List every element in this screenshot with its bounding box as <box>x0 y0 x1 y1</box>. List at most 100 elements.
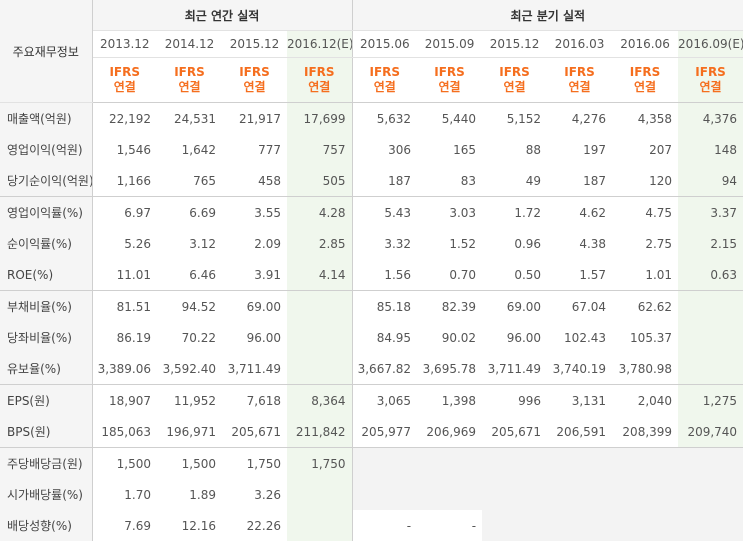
table-cell: 1.70 <box>124 487 151 502</box>
table-cell: 0.63 <box>678 259 743 291</box>
table-cell: 67.04 <box>547 290 613 322</box>
table-cell: 3.26 <box>254 487 281 502</box>
table-cell: 7.69 <box>124 518 151 533</box>
table-cell <box>678 479 743 510</box>
table-cell: 5,632 <box>376 111 412 126</box>
table-cell <box>417 447 483 479</box>
table-cell <box>482 479 548 510</box>
table-cell: 62.62 <box>612 290 679 322</box>
basis-standard: IFRS <box>239 65 270 79</box>
table-cell: 1.56 <box>384 267 412 282</box>
table-cell: 208,399 <box>622 424 673 439</box>
table-cell: 3,695.78 <box>422 361 477 376</box>
table-corner-label: 주요재무정보 <box>0 0 93 103</box>
table-cell: 22,192 <box>109 111 151 126</box>
table-cell: 765 <box>193 173 216 188</box>
table-cell: 102.43 <box>564 330 607 345</box>
table-row: 배당성향(%) 7.69 12.16 22.26 - - <box>0 510 743 541</box>
period-header: 2015.06 <box>352 30 418 58</box>
table-cell <box>678 510 743 541</box>
table-cell: 1,500 <box>92 447 157 479</box>
table-cell <box>678 353 743 385</box>
table-cell: 1,500 <box>157 447 222 479</box>
basis-scope: 연결 <box>568 80 591 94</box>
basis-header: IFRS 연결 <box>287 57 353 103</box>
table-cell: 207 <box>649 142 673 157</box>
table-cell: 24,531 <box>174 111 216 126</box>
table-cell <box>678 290 743 322</box>
table-cell <box>287 353 353 385</box>
table-cell: 1,398 <box>417 384 483 416</box>
table-cell: 1.89 <box>189 487 216 502</box>
table-cell: 0.50 <box>514 267 542 282</box>
table-cell: 5.26 <box>124 236 151 251</box>
basis-header: IFRS 연결 <box>547 57 613 103</box>
basis-standard: IFRS <box>304 65 335 79</box>
table-row: BPS(원) 185,063 196,971 205,671 211,842 205,97… <box>0 416 743 448</box>
row-label: 당기순이익(억원) <box>0 165 93 197</box>
table-cell: 205,977 <box>361 424 412 439</box>
table-cell: 81.51 <box>92 290 157 322</box>
table-cell: 3.03 <box>417 196 483 228</box>
table-cell: 197 <box>583 142 607 157</box>
table-cell: 2.85 <box>287 228 353 259</box>
table-row: 영업이익(억원) 1,546 1,642 777 757 306 165 88 197 207 14… <box>0 134 743 165</box>
table-cell: 0.96 <box>514 236 542 251</box>
table-cell: 7,618 <box>222 384 287 416</box>
table-cell: 2.09 <box>254 236 281 251</box>
table-cell <box>547 510 613 541</box>
financial-summary-table: 주요재무정보 최근 연간 실적 최근 분기 실적 2013.12 2014.12 2… <box>0 0 743 541</box>
table-cell: 4,376 <box>678 102 743 134</box>
table-cell: 17,699 <box>287 102 353 134</box>
table-cell: - <box>471 518 477 533</box>
table-cell: - <box>406 518 412 533</box>
table-cell: 1,166 <box>116 173 151 188</box>
table-cell: 4.38 <box>579 236 607 251</box>
row-label: 영업이익률(%) <box>0 196 93 228</box>
table-cell: 49 <box>525 173 542 188</box>
row-label: BPS(원) <box>0 416 93 448</box>
table-cell: 209,740 <box>678 416 743 448</box>
row-label: EPS(원) <box>0 384 93 416</box>
table-cell: 94 <box>678 165 743 197</box>
table-cell <box>352 479 418 510</box>
row-label: 매출액(억원) <box>0 102 93 134</box>
table-cell: 211,842 <box>287 416 353 448</box>
table-cell: 777 <box>258 142 281 157</box>
table-cell <box>612 510 679 541</box>
row-label: 순이익률(%) <box>0 228 93 259</box>
table-cell <box>287 510 353 541</box>
table-cell: 185,063 <box>101 424 151 439</box>
table-row: 당기순이익(억원) 1,166 765 458 505 187 83 49 187 120 94 <box>0 165 743 197</box>
basis-header: IFRS 연결 <box>678 57 743 103</box>
annual-results-header: 최근 연간 실적 <box>92 0 353 31</box>
table-cell: 84.95 <box>376 330 412 345</box>
table-cell: 3,131 <box>547 384 613 416</box>
table-cell <box>287 322 353 353</box>
table-cell: 4.75 <box>612 196 679 228</box>
table-cell: 4,276 <box>571 111 607 126</box>
table-cell: 86.19 <box>116 330 151 345</box>
table-cell: 165 <box>453 142 477 157</box>
row-label: 배당성향(%) <box>0 510 93 541</box>
table-cell: 306 <box>388 142 412 157</box>
table-cell <box>678 322 743 353</box>
basis-scope: 연결 <box>438 80 461 94</box>
table-cell: 1.01 <box>645 267 673 282</box>
basis-scope: 연결 <box>634 80 657 94</box>
table-cell: 70.22 <box>181 330 216 345</box>
table-row: 매출액(억원) 22,192 24,531 21,917 17,699 5,632 5,44… <box>0 102 743 134</box>
period-header: 2013.12 <box>92 30 157 58</box>
table-cell: 94.52 <box>157 290 222 322</box>
period-header: 2015.09 <box>417 30 483 58</box>
row-label: 주당배당금(원) <box>0 447 93 479</box>
basis-standard: IFRS <box>564 65 595 79</box>
table-cell: 5,152 <box>506 111 542 126</box>
quarterly-results-header: 최근 분기 실적 <box>352 0 743 31</box>
table-cell: 1,750 <box>287 447 353 479</box>
table-cell: 8,364 <box>287 384 353 416</box>
period-header: 2015.12 <box>222 30 287 58</box>
period-header: 2016.09(E) <box>678 30 743 58</box>
table-cell: 458 <box>258 173 281 188</box>
table-cell <box>612 447 679 479</box>
